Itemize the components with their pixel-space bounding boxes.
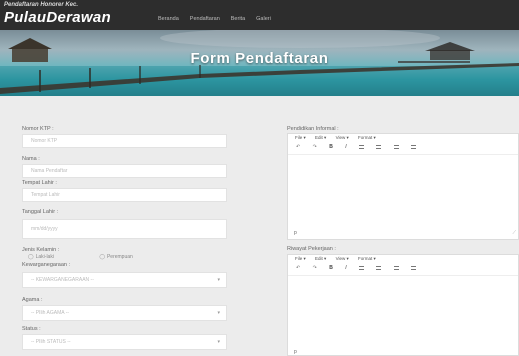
status-value: -- PIlih STATUS -- [31, 339, 71, 345]
nav-item-pendaftaran[interactable]: Pendaftaran [190, 16, 220, 22]
tempat-lahir-label: Tempat Lahir : [22, 180, 57, 186]
nav-item-berita[interactable]: Berita [231, 16, 245, 22]
editor-toolbar: ↶ ↷ B I [288, 264, 427, 273]
ktp-label: Nomor KTP : [22, 126, 54, 132]
bold-button[interactable]: B [329, 144, 333, 150]
tanggal-lahir-input[interactable]: mm/dd/yyyy [22, 219, 227, 239]
align-center-icon[interactable] [376, 265, 382, 270]
kewarganegaraan-value: -- KEWARGANEGARAAN -- [31, 277, 94, 283]
editor-content-area[interactable] [288, 154, 518, 226]
agama-label: Agama : [22, 297, 43, 303]
nav-item-beranda[interactable]: Beranda [158, 16, 179, 22]
menu-view[interactable]: View ▾ [336, 135, 349, 140]
pendidikan-informal-editor: File ▾ Edit ▾ View ▾ Format ▾ ↶ ↷ B I p … [287, 133, 519, 240]
ktp-input[interactable]: Nomor KTP [22, 134, 227, 148]
nav-menu: Beranda Pendaftaran Berita Galeri [158, 16, 282, 22]
hero-title: Form Pendaftaran [190, 50, 329, 67]
brand-subtitle: Pendaftaran Honorer Kec. [4, 2, 79, 8]
align-left-icon[interactable] [358, 144, 364, 149]
chevron-down-icon: ▾ [217, 277, 220, 283]
radio-icon: ◯ [28, 254, 34, 260]
radio-perempuan[interactable]: ◯ Perempuan [99, 254, 154, 260]
align-justify-icon[interactable] [411, 265, 417, 270]
italic-button[interactable]: I [345, 265, 346, 271]
agama-select[interactable]: -- PIlih AGAMA -- ▾ [22, 305, 227, 321]
nama-input[interactable]: Nama Pendaftar [22, 164, 227, 178]
gender-radio-group: ◯ Laki-laki ◯ Perempuan [28, 254, 177, 260]
status-label: Status : [22, 326, 41, 332]
editor-menubar: File ▾ Edit ▾ View ▾ Format ▾ [288, 255, 384, 263]
editor-toolbar: ↶ ↷ B I [288, 143, 427, 152]
redo-icon[interactable]: ↷ [313, 265, 317, 271]
menu-view[interactable]: View ▾ [336, 256, 349, 261]
jenis-kelamin-label: Jenis Kelamin : [22, 247, 60, 253]
bold-button[interactable]: B [329, 265, 333, 271]
menu-file[interactable]: File ▾ [295, 135, 306, 140]
kewarganegaraan-select[interactable]: -- KEWARGANEGARAAN -- ▾ [22, 272, 227, 288]
align-right-icon[interactable] [393, 144, 399, 149]
resize-handle-icon[interactable]: ⟋ [512, 230, 516, 236]
menu-format[interactable]: Format ▾ [358, 135, 376, 140]
radio-icon: ◯ [99, 254, 105, 260]
kewarganegaraan-label: Kewarganegaraan : [22, 262, 71, 268]
top-navbar: Pendaftaran Honorer Kec. PulauDerawan Be… [0, 0, 519, 30]
undo-icon[interactable]: ↶ [296, 144, 300, 150]
nav-item-galeri[interactable]: Galeri [256, 16, 271, 22]
tanggal-lahir-label: Tanggal Lahir : [22, 209, 59, 215]
align-justify-icon[interactable] [411, 144, 417, 149]
editor-status-path: p [294, 230, 297, 236]
chevron-down-icon: ▾ [217, 310, 220, 316]
nama-label: Nama : [22, 156, 40, 162]
italic-button[interactable]: I [345, 144, 346, 150]
align-right-icon[interactable] [393, 265, 399, 270]
hero-banner: Form Pendaftaran [0, 30, 519, 96]
menu-file[interactable]: File ▾ [295, 256, 306, 261]
riwayat-pekerjaan-editor: File ▾ Edit ▾ View ▾ Format ▾ ↶ ↷ B I p [287, 254, 519, 356]
menu-edit[interactable]: Edit ▾ [315, 256, 326, 261]
menu-format[interactable]: Format ▾ [358, 256, 376, 261]
chevron-down-icon: ▾ [217, 339, 220, 345]
align-left-icon[interactable] [358, 265, 364, 270]
radio-laki-laki[interactable]: ◯ Laki-laki [28, 254, 76, 260]
undo-icon[interactable]: ↶ [296, 265, 300, 271]
pendidikan-informal-label: Pendidikan Informal : [287, 126, 339, 132]
align-center-icon[interactable] [376, 144, 382, 149]
agama-value: -- PIlih AGAMA -- [31, 310, 70, 316]
riwayat-pekerjaan-label: Riwayat Pekerjaan : [287, 246, 336, 252]
brand-title[interactable]: PulauDerawan [4, 9, 111, 26]
status-select[interactable]: -- PIlih STATUS -- ▾ [22, 334, 227, 350]
editor-content-area[interactable] [288, 275, 518, 345]
editor-status-path: p [294, 349, 297, 355]
redo-icon[interactable]: ↷ [313, 144, 317, 150]
tempat-lahir-input[interactable]: Tempat Lahir [22, 188, 227, 202]
menu-edit[interactable]: Edit ▾ [315, 135, 326, 140]
registration-form: Nomor KTP : Nomor KTP Nama : Nama Pendaf… [0, 96, 519, 356]
editor-menubar: File ▾ Edit ▾ View ▾ Format ▾ [288, 134, 384, 142]
